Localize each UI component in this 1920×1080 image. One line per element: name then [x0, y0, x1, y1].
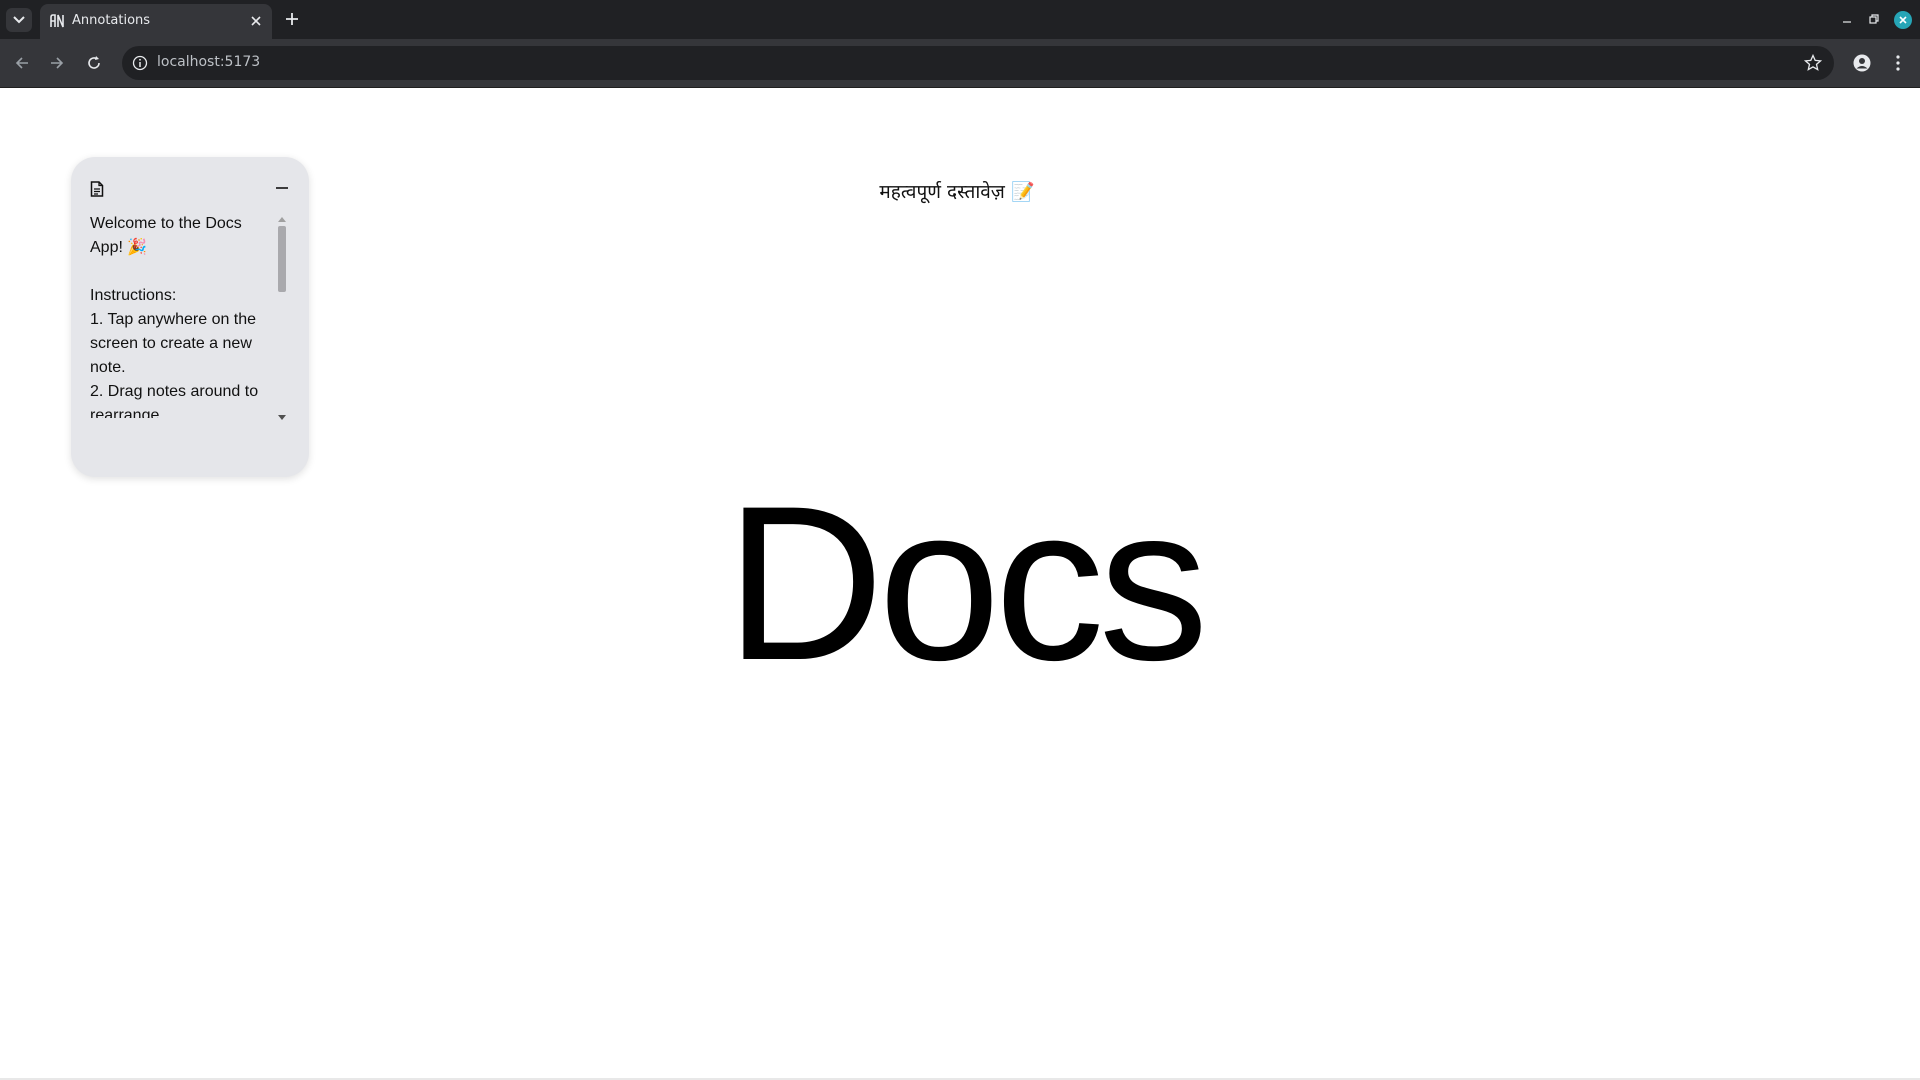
forward-button[interactable]	[45, 51, 69, 75]
caret-up-icon	[278, 216, 286, 222]
plus-icon	[286, 13, 298, 25]
minimize-icon	[1843, 21, 1851, 23]
window-restore-button[interactable]	[1865, 10, 1883, 28]
star-icon[interactable]	[1804, 54, 1822, 72]
window-close-button[interactable]	[1894, 11, 1912, 29]
scroll-down-arrow[interactable]	[278, 413, 286, 421]
window-minimize-button[interactable]	[1838, 10, 1856, 28]
note-scrollbar[interactable]	[276, 215, 288, 421]
page-viewport[interactable]: Welcome to the Docs App! 🎉 Instructions:…	[0, 88, 1920, 1080]
tab-annotations[interactable]: Annotations	[40, 4, 272, 39]
close-icon	[1899, 16, 1907, 24]
note-card[interactable]: Welcome to the Docs App! 🎉 Instructions:…	[71, 157, 309, 477]
scrollbar-thumb[interactable]	[278, 226, 286, 292]
forward-arrow-icon	[51, 57, 64, 69]
browser-tab-strip: Annotations	[0, 0, 1920, 39]
kebab-menu-icon	[1896, 55, 1900, 71]
back-button[interactable]	[10, 51, 34, 75]
info-icon[interactable]	[132, 55, 148, 71]
subtitle-text: महत्वपूर्ण दस्तावेज़ 📝	[879, 181, 1035, 203]
note-text[interactable]: Welcome to the Docs App! 🎉 Instructions:…	[90, 212, 274, 418]
browser-toolbar: localhost:5173	[0, 39, 1920, 88]
address-bar[interactable]: localhost:5173	[122, 46, 1834, 80]
tab-close-button[interactable]	[248, 13, 264, 29]
profile-icon	[1853, 54, 1871, 72]
tab-list-button[interactable]	[6, 8, 32, 32]
close-icon	[251, 16, 261, 26]
title-text: Docs	[725, 460, 1208, 706]
profile-button[interactable]	[1850, 51, 1874, 75]
chevron-down-icon	[13, 16, 25, 24]
scroll-up-arrow[interactable]	[278, 215, 286, 223]
restore-icon	[1869, 14, 1879, 24]
caret-down-icon	[278, 414, 286, 420]
page-title: Docs	[0, 463, 1920, 703]
reload-button[interactable]	[82, 51, 106, 75]
app-favicon-icon	[50, 14, 64, 28]
url-text[interactable]: localhost:5173	[157, 54, 260, 70]
browser-menu-button[interactable]	[1886, 51, 1910, 75]
page-subtitle: महत्वपूर्ण दस्तावेज़ 📝	[0, 178, 1920, 204]
back-arrow-icon	[15, 57, 28, 69]
reload-icon	[88, 56, 100, 69]
tab-title: Annotations	[72, 13, 151, 28]
new-tab-button[interactable]	[282, 9, 302, 29]
